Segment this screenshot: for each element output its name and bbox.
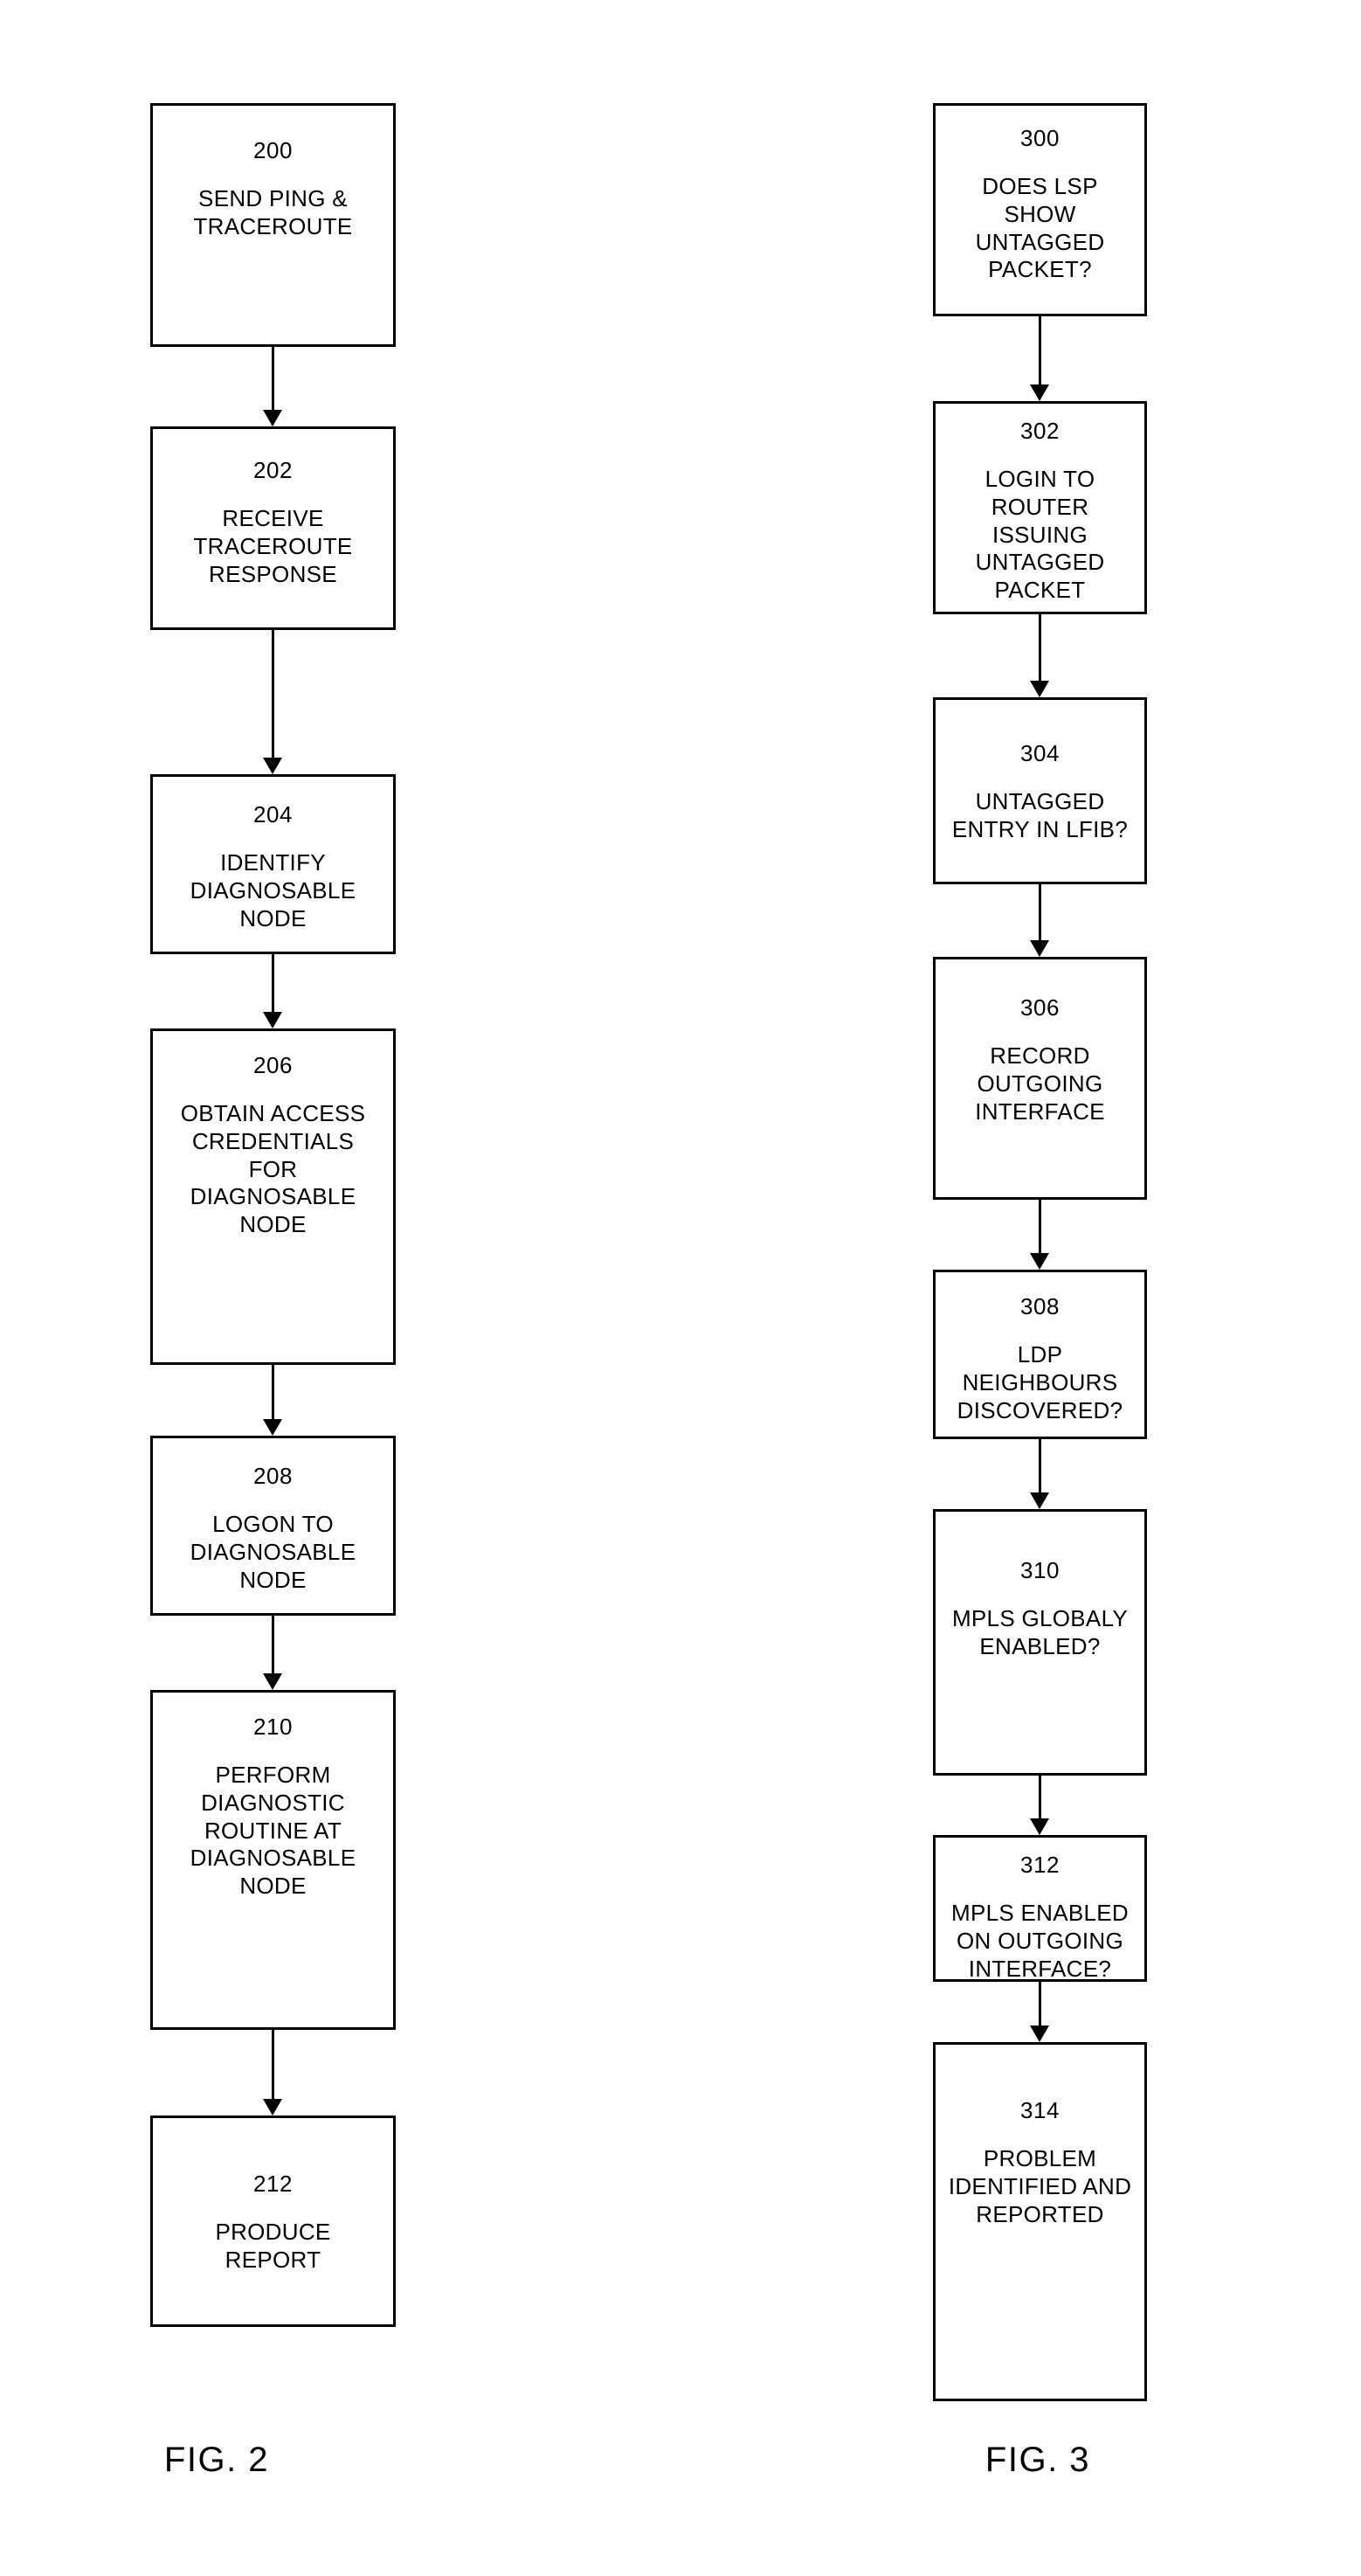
node-reference-numeral: 208 (253, 1463, 293, 1489)
arrowhead-icon (1030, 681, 1049, 697)
flowchart-node-200: 200 SEND PING & TRACEROUTE (150, 103, 396, 347)
node-reference-numeral: 304 (1020, 740, 1060, 766)
flowchart-node-212: 212 PRODUCE REPORT (150, 2116, 396, 2327)
arrowhead-icon (1030, 940, 1049, 957)
figure-caption-fig3: FIG. 3 (984, 2441, 1091, 2479)
flowchart-node-302: 302 LOGIN TO ROUTER ISSUING UNTAGGED PACK… (933, 401, 1147, 614)
node-reference-numeral: 204 (253, 801, 293, 828)
node-label: LDP NEIGHBOURS DISCOVERED? (957, 1341, 1123, 1423)
flowchart-node-206: 206 OBTAIN ACCESS CREDENTIALS FOR DIAGNOS… (150, 1028, 396, 1365)
connector-shaft (1039, 1439, 1041, 1494)
node-label: RECEIVE TRACEROUTE RESPONSE (193, 505, 353, 587)
connector-shaft (1039, 884, 1041, 942)
connector-shaft (272, 630, 274, 759)
node-label: OBTAIN ACCESS CREDENTIALS FOR DIAGNOSABL… (180, 1100, 366, 1238)
connector-shaft (272, 347, 274, 412)
node-reference-numeral: 310 (1020, 1557, 1060, 1583)
connector-shaft (272, 954, 274, 1014)
flowchart-node-314: 314 PROBLEM IDENTIFIED AND REPORTED (933, 2042, 1147, 2401)
arrowhead-icon (1030, 384, 1049, 401)
node-reference-numeral: 212 (253, 2171, 293, 2197)
connector-shaft (272, 1616, 274, 1675)
arrowhead-icon (263, 1012, 282, 1028)
flowchart-node-308: 308 LDP NEIGHBOURS DISCOVERED? (933, 1270, 1147, 1439)
flowchart-node-204: 204 IDENTIFY DIAGNOSABLE NODE (150, 774, 396, 954)
node-label: LOGIN TO ROUTER ISSUING UNTAGGED PACKET (975, 466, 1105, 604)
node-reference-numeral: 308 (1020, 1293, 1060, 1319)
flowchart-node-210: 210 PERFORM DIAGNOSTIC ROUTINE AT DIAGNOS… (150, 1690, 396, 2030)
node-label: IDENTIFY DIAGNOSABLE NODE (190, 849, 356, 931)
figure-caption-fig2: FIG. 2 (163, 2441, 270, 2479)
flowchart-node-300: 300 DOES LSP SHOW UNTAGGED PACKET? (933, 103, 1147, 316)
arrowhead-icon (263, 1419, 282, 1436)
arrowhead-icon (1030, 1492, 1049, 1509)
connector-shaft (1039, 1200, 1041, 1255)
connector-shaft (1039, 316, 1041, 386)
flowchart-node-310: 310 MPLS GLOBALY ENABLED? (933, 1509, 1147, 1776)
node-reference-numeral: 210 (253, 1714, 293, 1740)
arrowhead-icon (263, 410, 282, 426)
connector-shaft (1039, 1982, 1041, 2027)
node-label: PRODUCE REPORT (215, 2219, 331, 2274)
connector-shaft (272, 2030, 274, 2101)
node-reference-numeral: 300 (1020, 125, 1060, 151)
node-reference-numeral: 306 (1020, 994, 1060, 1021)
node-reference-numeral: 206 (253, 1052, 293, 1078)
flowchart-node-306: 306 RECORD OUTGOING INTERFACE (933, 957, 1147, 1200)
node-reference-numeral: 202 (253, 457, 293, 483)
flowchart-node-312: 312 MPLS ENABLED ON OUTGOING INTERFACE? (933, 1835, 1147, 1982)
node-reference-numeral: 312 (1020, 1852, 1060, 1878)
flowchart-node-304: 304 UNTAGGED ENTRY IN LFIB? (933, 697, 1147, 884)
patent-drawing-sheet: 200 SEND PING & TRACEROUTE 202 RECEIVE TRAC… (0, 0, 1361, 2576)
flowchart-node-202: 202 RECEIVE TRACEROUTE RESPONSE (150, 426, 396, 630)
arrowhead-icon (1030, 2025, 1049, 2042)
node-label: UNTAGGED ENTRY IN LFIB? (951, 788, 1129, 843)
node-label: MPLS ENABLED ON OUTGOING INTERFACE? (950, 1900, 1129, 1982)
arrowhead-icon (263, 758, 282, 774)
node-label: DOES LSP SHOW UNTAGGED PACKET? (975, 173, 1105, 283)
node-reference-numeral: 200 (253, 137, 293, 163)
node-label: RECORD OUTGOING INTERFACE (975, 1042, 1105, 1125)
node-label: LOGON TO DIAGNOSABLE NODE (190, 1511, 356, 1593)
arrowhead-icon (263, 1673, 282, 1690)
flowchart-node-208: 208 LOGON TO DIAGNOSABLE NODE (150, 1436, 396, 1616)
node-label: PERFORM DIAGNOSTIC ROUTINE AT DIAGNOSABL… (190, 1762, 356, 1900)
arrowhead-icon (263, 2099, 282, 2116)
arrowhead-icon (1030, 1253, 1049, 1270)
arrowhead-icon (1030, 1818, 1049, 1835)
connector-shaft (1039, 1776, 1041, 1820)
connector-shaft (272, 1365, 274, 1421)
node-reference-numeral: 314 (1020, 2097, 1060, 2123)
connector-shaft (1039, 614, 1041, 682)
node-label: PROBLEM IDENTIFIED AND REPORTED (948, 2145, 1132, 2227)
node-label: SEND PING & TRACEROUTE (193, 185, 353, 240)
node-reference-numeral: 302 (1020, 418, 1060, 444)
node-label: MPLS GLOBALY ENABLED? (951, 1605, 1129, 1660)
